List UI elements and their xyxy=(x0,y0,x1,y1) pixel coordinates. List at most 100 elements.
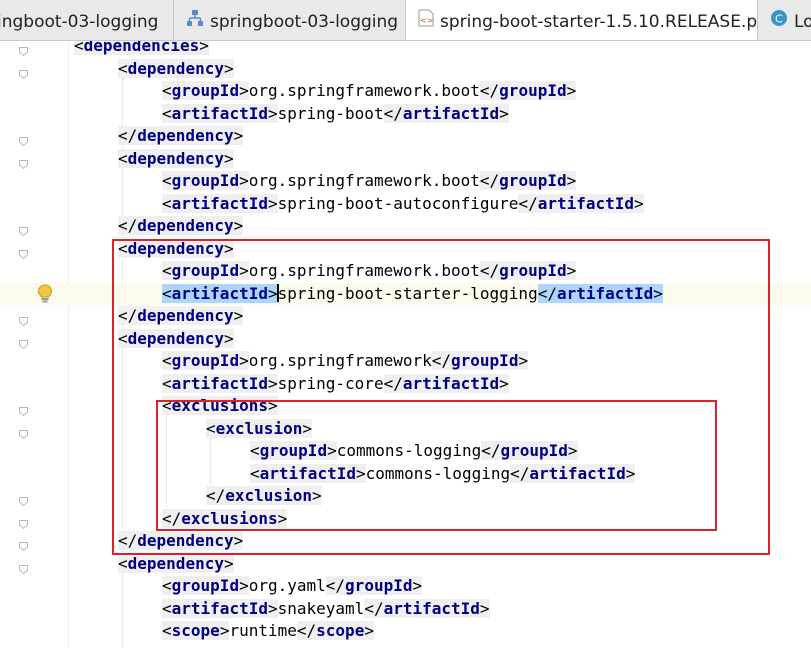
xml-text-value: org.springframework.boot xyxy=(248,81,480,100)
xml-text-value: spring-boot-autoconfigure xyxy=(277,193,519,213)
xml-tag-name: artifactId xyxy=(171,193,268,213)
svg-text:<>: <> xyxy=(420,16,433,25)
fold-marker-icon[interactable] xyxy=(19,424,28,439)
xml-bracket: > xyxy=(239,576,249,595)
xml-tag-name: dependency xyxy=(137,126,234,145)
code-text: </dependency> xyxy=(118,125,244,147)
xml-bracket: > xyxy=(412,576,423,595)
xml-text-value: snakeyaml xyxy=(277,598,365,618)
xml-text-value: org.yaml xyxy=(248,576,326,595)
fold-marker-icon[interactable] xyxy=(19,131,28,147)
tab-springboot-03-logging[interactable]: springboot-03-logging xyxy=(174,0,406,40)
code-line[interactable]: </dependency> xyxy=(0,215,811,237)
xml-bracket: < xyxy=(162,576,172,595)
code-line[interactable]: <dependencies> xyxy=(0,41,811,57)
code-line[interactable]: <groupId>org.springframework.boot</group… xyxy=(0,80,811,102)
class-file-icon: C xyxy=(770,0,788,40)
xml-bracket: > xyxy=(233,216,244,235)
xml-tag-name: dependency xyxy=(127,553,224,573)
fold-marker-icon[interactable] xyxy=(19,64,28,79)
xml-bracket: </ xyxy=(118,216,138,235)
xml-tag-name: artifactId xyxy=(383,598,480,618)
xml-bracket: > xyxy=(479,598,490,618)
fold-marker-icon[interactable] xyxy=(19,536,28,552)
xml-bracket: > xyxy=(239,171,249,190)
xml-bracket: < xyxy=(162,103,172,123)
code-line[interactable]: <dependency> xyxy=(0,553,811,575)
xml-tag-name: artifactId xyxy=(537,193,635,213)
fold-marker-icon[interactable] xyxy=(19,221,28,237)
xml-bracket: </ xyxy=(383,103,403,123)
code-text: <dependencies> xyxy=(74,41,209,57)
xml-bracket: > xyxy=(223,148,234,168)
code-editor[interactable]: <dependencies> <dependency> <groupId>org.s… xyxy=(0,41,811,648)
xml-bracket: > xyxy=(223,58,234,78)
fold-marker-icon[interactable] xyxy=(19,154,28,169)
tab-label: springboot-03-logging xyxy=(210,12,399,32)
xml-tag-name: groupId xyxy=(499,171,567,190)
xml-bracket: > xyxy=(364,621,374,640)
xml-bracket: < xyxy=(118,148,128,168)
xml-bracket: </ xyxy=(325,576,346,595)
code-line[interactable]: <artifactId>spring-boot-autoconfigure</a… xyxy=(0,193,811,215)
xml-tag-name: groupId xyxy=(345,576,413,595)
xml-tag-name: groupId xyxy=(171,171,240,190)
tab-lo[interactable]: C Lo xyxy=(758,0,811,40)
code-line[interactable]: <dependency> xyxy=(0,58,811,80)
xml-tag-name: scope xyxy=(171,621,220,640)
xml-bracket: < xyxy=(162,171,172,190)
xml-tag-name: artifactId xyxy=(171,103,268,123)
xml-bracket: > xyxy=(566,81,577,100)
fold-marker-icon[interactable] xyxy=(19,311,28,327)
xml-bracket: < xyxy=(162,598,172,618)
xml-bracket: < xyxy=(118,58,128,78)
tab-ringboot-03-logging[interactable]: ringboot-03-logging xyxy=(0,0,174,40)
code-text: <artifactId>spring-boot</artifactId> xyxy=(162,103,509,125)
fold-marker-icon[interactable] xyxy=(19,514,28,529)
xml-bracket: > xyxy=(223,553,234,573)
code-line[interactable]: <dependency> xyxy=(0,148,811,170)
fold-marker-icon[interactable] xyxy=(19,244,28,259)
code-line[interactable]: <artifactId>snakeyaml</artifactId> xyxy=(0,598,811,620)
xml-bracket: </ xyxy=(296,621,317,640)
fold-marker-icon[interactable] xyxy=(19,401,28,417)
xml-bracket: </ xyxy=(518,193,538,213)
code-text: <scope>runtime</scope> xyxy=(162,620,374,642)
svg-text:C: C xyxy=(775,13,783,26)
tab-spring-boot-starter-pom[interactable]: <> spring-boot-starter-1.5.10.RELEASE.po… xyxy=(406,0,758,40)
fold-marker-icon[interactable] xyxy=(19,491,28,507)
xml-bracket: > xyxy=(634,193,644,213)
xml-bracket: > xyxy=(267,193,278,213)
code-line[interactable]: <artifactId>spring-boot</artifactId> xyxy=(0,103,811,125)
xml-tag-name: dependency xyxy=(137,216,234,235)
xml-bracket: < xyxy=(162,621,172,640)
xml-tag-name: groupId xyxy=(499,81,567,100)
code-text: <artifactId>snakeyaml</artifactId> xyxy=(162,598,490,620)
code-line[interactable]: <groupId>org.yaml</groupId> xyxy=(0,575,811,597)
code-line[interactable]: <scope>runtime</scope> xyxy=(0,620,811,642)
fold-marker-icon[interactable] xyxy=(19,334,28,349)
xml-text-value: runtime xyxy=(229,621,297,640)
xml-file-icon: <> xyxy=(418,0,434,40)
xml-bracket: > xyxy=(233,126,244,145)
fold-marker-icon[interactable] xyxy=(19,559,28,574)
xml-bracket: > xyxy=(267,103,278,123)
code-line[interactable]: </dependency> xyxy=(0,125,811,147)
red-box-exclusions xyxy=(156,400,717,531)
code-text: <groupId>org.springframework.boot</group… xyxy=(162,170,577,192)
fold-marker-icon[interactable] xyxy=(19,41,28,57)
xml-text-value: spring-boot xyxy=(277,103,384,123)
module-icon xyxy=(186,0,204,40)
xml-bracket: > xyxy=(219,621,230,640)
xml-bracket: < xyxy=(118,553,128,573)
code-text: </dependency> xyxy=(118,215,244,237)
tab-label: ringboot-03-logging xyxy=(0,12,159,32)
code-line[interactable]: <groupId>org.springframework.boot</group… xyxy=(0,170,811,192)
xml-bracket: < xyxy=(74,41,84,55)
code-text: <dependency> xyxy=(118,148,234,170)
xml-bracket: > xyxy=(267,598,278,618)
code-text: <groupId>org.springframework.boot</group… xyxy=(162,80,577,102)
xml-tag-name: scope xyxy=(316,621,365,640)
xml-tag-name: artifactId xyxy=(402,103,500,123)
xml-bracket: < xyxy=(162,193,172,213)
